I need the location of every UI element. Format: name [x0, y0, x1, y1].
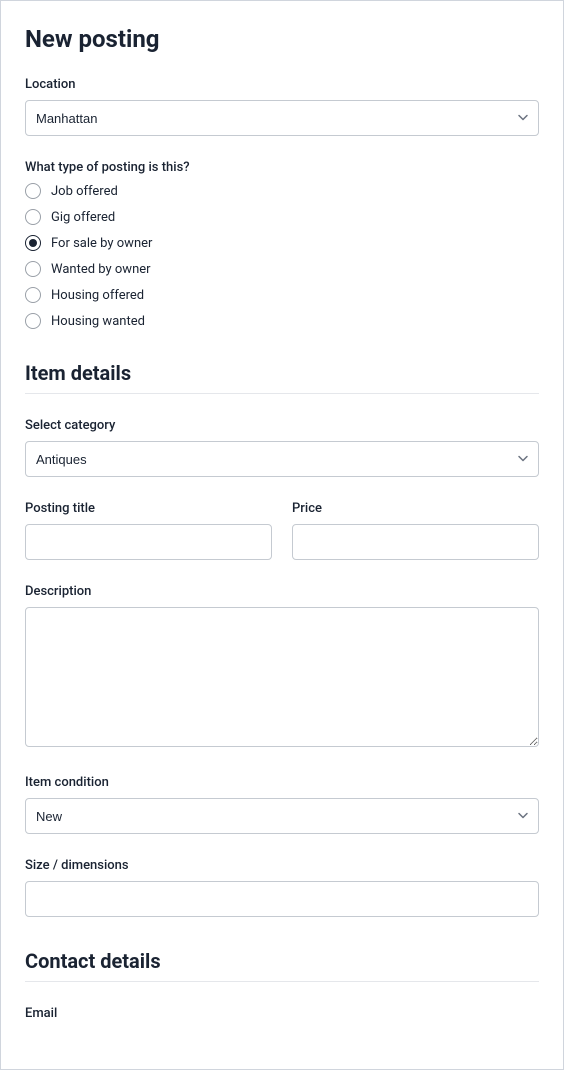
price-input[interactable]	[292, 524, 539, 560]
email-label: Email	[25, 1006, 539, 1021]
category-label: Select category	[25, 418, 539, 433]
radio-label: Job offered	[51, 184, 118, 199]
divider	[25, 981, 539, 982]
radio-option[interactable]: Housing wanted	[25, 313, 539, 329]
description-label: Description	[25, 584, 539, 599]
posting-type-label: What type of posting is this?	[25, 160, 539, 175]
price-label: Price	[292, 501, 539, 516]
posting-type-options: Job offered Gig offered For sale by owner W…	[25, 183, 539, 329]
radio-label: Gig offered	[51, 210, 115, 225]
radio-option[interactable]: For sale by owner	[25, 235, 539, 251]
radio-icon	[25, 287, 41, 303]
radio-option[interactable]: Job offered	[25, 183, 539, 199]
condition-select[interactable]: New	[25, 798, 539, 834]
location-select[interactable]: Manhattan	[25, 100, 539, 136]
description-textarea[interactable]	[25, 607, 539, 747]
posting-title-input[interactable]	[25, 524, 272, 560]
posting-title-label: Posting title	[25, 501, 272, 516]
radio-option[interactable]: Housing offered	[25, 287, 539, 303]
size-label: Size / dimensions	[25, 858, 539, 873]
radio-icon	[25, 313, 41, 329]
divider	[25, 393, 539, 394]
radio-label: Housing offered	[51, 288, 144, 303]
radio-icon	[25, 261, 41, 277]
radio-icon	[25, 183, 41, 199]
size-input[interactable]	[25, 881, 539, 917]
item-details-title: Item details	[25, 361, 539, 385]
radio-label: For sale by owner	[51, 236, 152, 251]
contact-details-title: Contact details	[25, 949, 539, 973]
category-select[interactable]: Antiques	[25, 441, 539, 477]
condition-label: Item condition	[25, 775, 539, 790]
radio-icon	[25, 235, 41, 251]
radio-option[interactable]: Gig offered	[25, 209, 539, 225]
location-label: Location	[25, 77, 539, 92]
radio-label: Housing wanted	[51, 314, 145, 329]
radio-icon	[25, 209, 41, 225]
page-title: New posting	[25, 25, 539, 53]
radio-option[interactable]: Wanted by owner	[25, 261, 539, 277]
radio-label: Wanted by owner	[51, 262, 151, 277]
